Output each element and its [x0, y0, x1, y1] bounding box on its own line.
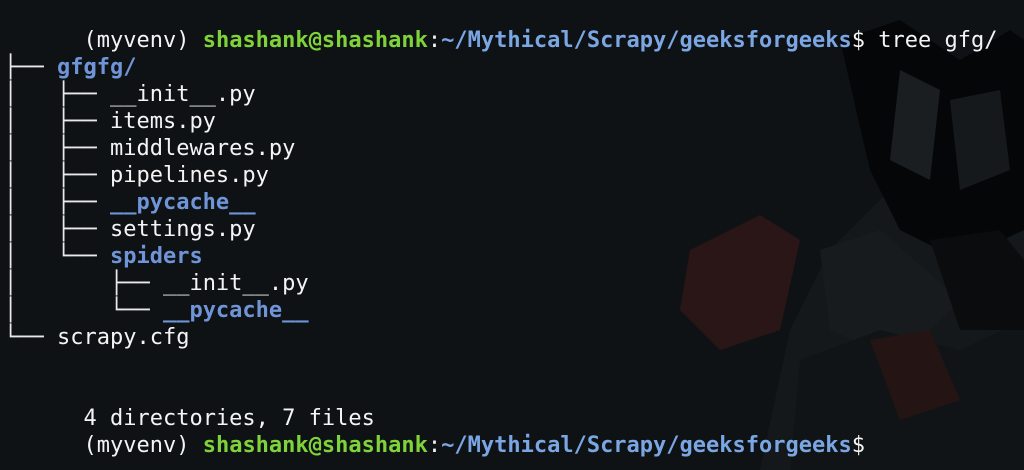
prompt-colon: :	[427, 433, 442, 458]
directory-name: __pycache__	[162, 298, 309, 323]
tree-summary: 4 directories, 7 files	[83, 406, 375, 431]
current-path: ~/Mythical/Scrapy/geeksforgeeks	[441, 28, 852, 53]
tree-line: ├── gfg	[4, 54, 997, 81]
current-path: ~/Mythical/Scrapy/geeksforgeeks	[441, 433, 852, 458]
tree-branch: │ ├──	[4, 271, 163, 296]
tree-line: │ ├── settings.py	[4, 216, 997, 243]
summary-line: 4 directories, 7 files	[4, 378, 997, 431]
tree-branch: │ ├──	[4, 109, 110, 134]
tree-branch: │ ├──	[4, 136, 110, 161]
terminal-window[interactable]: (myvenv) shashank@shashank:~/Mythical/Sc…	[0, 0, 1024, 470]
tree-branch: └──	[4, 325, 57, 350]
tree-branch: │ ├──	[4, 190, 110, 215]
prompt-symbol: $	[851, 433, 879, 458]
file-name: scrapy.cfg	[56, 325, 190, 350]
prompt-colon: :	[427, 28, 442, 53]
tree-branch: │ ├──	[4, 82, 110, 107]
venv-label: (myvenv)	[83, 433, 203, 458]
tree-line: │ ├── __pycache__	[4, 189, 997, 216]
file-name: __init__.py	[109, 82, 256, 107]
command-line: (myvenv) shashank@shashank:~/Mythical/Sc…	[4, 0, 997, 53]
venv-label: (myvenv)	[83, 28, 203, 53]
user-host: shashank@shashank	[202, 433, 428, 458]
tree-branch: │ └──	[4, 298, 163, 323]
user-host: shashank@shashank	[202, 28, 428, 53]
file-name: middlewares.py	[109, 136, 296, 161]
tree-line: │ └── spiders	[4, 243, 997, 270]
directory-name: gfg	[56, 55, 97, 80]
tree-line: │ ├── __init__.py	[4, 81, 997, 108]
tree-line: │ ├── pipelines.py	[4, 162, 997, 189]
tree-line: │ ├── middlewares.py	[4, 135, 997, 162]
tree-line: │ ├── __init__.py	[4, 270, 997, 297]
tree-line: │ └── __pycache__	[4, 297, 997, 324]
tree-branch: │ ├──	[4, 163, 110, 188]
file-name: items.py	[109, 109, 216, 134]
tree-branch: │ └──	[4, 244, 110, 269]
file-name: __init__.py	[162, 271, 309, 296]
directory-name: __pycache__	[109, 190, 256, 215]
file-name: settings.py	[109, 217, 256, 242]
tree-branch: ├──	[4, 55, 57, 80]
tree-branch: │ ├──	[4, 217, 110, 242]
tree-line: │ ├── items.py	[4, 108, 997, 135]
directory-name: spiders	[109, 244, 203, 269]
prompt-symbol: $	[851, 28, 879, 53]
file-name: pipelines.py	[109, 163, 269, 188]
tree-line: └── scrapy.cfg	[4, 324, 997, 351]
command-text: tree gfg/	[878, 28, 998, 53]
terminal-output: (myvenv) shashank@shashank:~/Mythical/Sc…	[4, 0, 997, 458]
